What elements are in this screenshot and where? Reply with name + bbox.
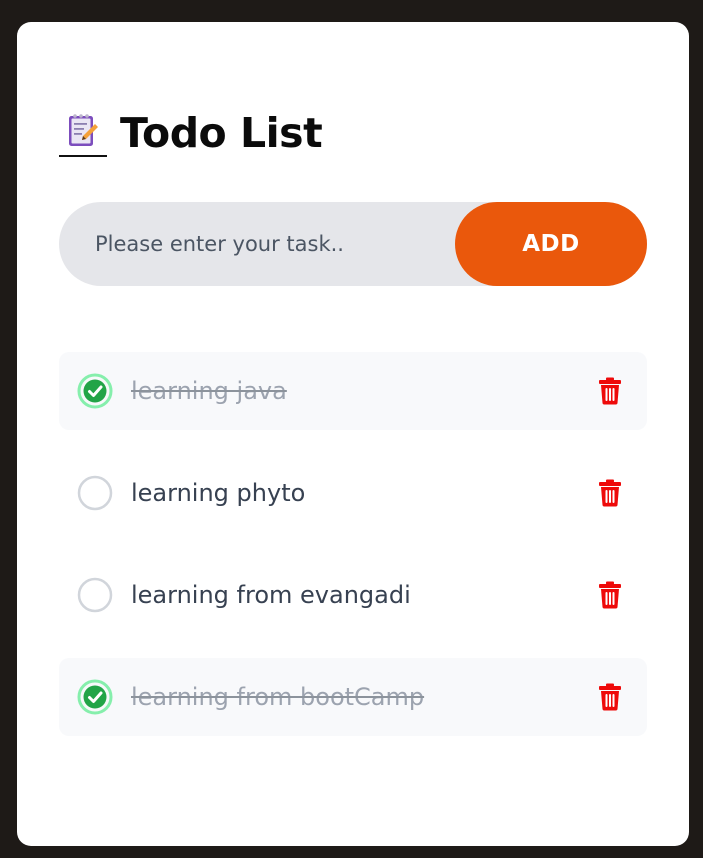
todo-text: learning java [131,377,287,405]
todo-text: learning from bootCamp [131,683,425,711]
todo-card: Todo List ADD learning java learning phyt… [17,22,689,846]
notepad-icon [59,108,107,158]
todo-item[interactable]: learning from evangadi [59,556,647,634]
todo-text: learning from evangadi [131,581,411,609]
trash-icon[interactable] [598,377,622,405]
trash-icon[interactable] [598,479,622,507]
header: Todo List [59,108,323,158]
todo-list: learning java learning phyto learning from… [59,352,647,760]
todo-item[interactable]: learning java [59,352,647,430]
todo-text: learning phyto [131,479,306,507]
page-title: Todo List [120,109,323,157]
checked-circle-icon[interactable] [77,373,113,409]
trash-icon[interactable] [598,683,622,711]
trash-icon[interactable] [598,581,622,609]
unchecked-circle-icon[interactable] [77,577,113,613]
add-button[interactable]: ADD [455,202,647,286]
unchecked-circle-icon[interactable] [77,475,113,511]
checked-circle-icon[interactable] [77,679,113,715]
todo-item[interactable]: learning phyto [59,454,647,532]
add-task-bar: ADD [59,202,647,286]
task-input[interactable] [59,202,449,286]
todo-item[interactable]: learning from bootCamp [59,658,647,736]
